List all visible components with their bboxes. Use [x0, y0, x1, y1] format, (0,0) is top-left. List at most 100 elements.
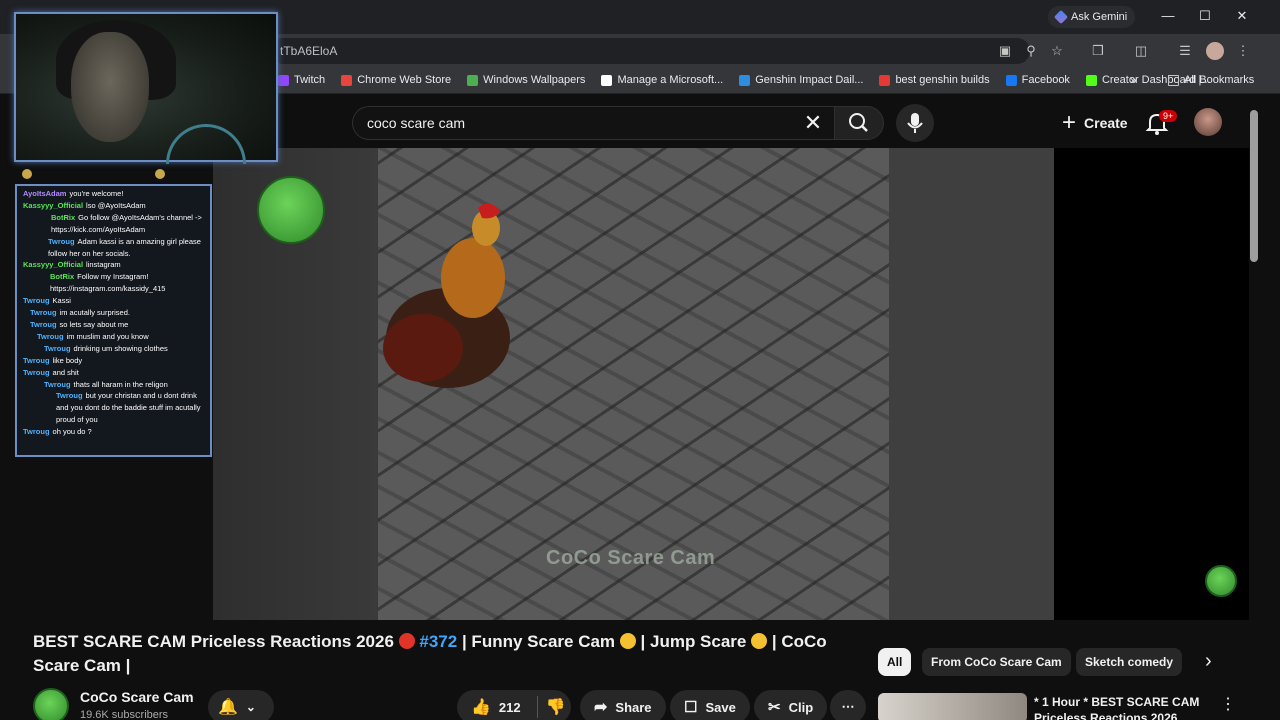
chat-message: Twroug im muslim and you know	[23, 331, 204, 343]
thumbs-down-icon[interactable]: 👎	[546, 697, 566, 717]
bookmark-item[interactable]: Manage a Microsoft...	[593, 74, 731, 86]
folder-icon	[1168, 74, 1179, 86]
like-count: 212	[498, 699, 521, 715]
chat-message: Twroug oh you do ?	[23, 426, 204, 438]
chat-username: Twroug	[56, 391, 83, 401]
address-bar[interactable]: tTbA6EloA	[270, 38, 1030, 64]
chat-username: Kassyyy_Official	[23, 200, 84, 210]
video-watermark: CoCo Scare Cam	[546, 547, 716, 569]
chat-username: Twroug	[23, 355, 50, 365]
recommended-thumbnail[interactable]	[878, 693, 1027, 720]
extensions-icon[interactable]: ❒	[1089, 42, 1107, 60]
bookmark-label: Chrome Web Store	[357, 74, 452, 86]
save-button[interactable]: ☐ Save	[670, 690, 750, 720]
bookmark-favicon-icon	[278, 74, 289, 86]
zoom-icon[interactable]: ⚲	[1022, 42, 1040, 60]
recommended-title[interactable]: * 1 Hour * BEST SCARE CAM Priceless Reac…	[1034, 694, 1204, 720]
chevron-right-icon[interactable]: ›	[1205, 650, 1212, 673]
subscriber-count: 19.6K subscribers	[80, 709, 169, 720]
create-label: Create	[1084, 115, 1128, 131]
chat-username: Kassyyy_Official	[23, 260, 84, 270]
chat-username: AyoItsAdam	[23, 189, 67, 198]
account-avatar[interactable]	[1194, 108, 1222, 136]
webcam-person-face	[71, 32, 149, 142]
video-letterbox-right	[889, 148, 1054, 620]
voice-search-button[interactable]	[896, 104, 934, 142]
bookmark-icon: ☐	[684, 699, 698, 716]
bookmark-item[interactable]: Chrome Web Store	[333, 74, 459, 86]
more-horizontal-icon: ⋯	[841, 699, 855, 714]
bookmarks-list: Twitch Chrome Web Store Windows Wallpapers…	[270, 74, 1219, 86]
chat-text: you're welcome!	[69, 189, 124, 198]
like-divider	[536, 696, 538, 718]
chat-username: Twroug	[44, 343, 71, 353]
search-icon	[849, 113, 868, 132]
chat-message: BotRix Follow my Instagram! https://insta…	[23, 271, 204, 295]
chat-message: Twroug im acutally surprised.	[23, 307, 204, 319]
chat-message: Twroug thats all haram in the religon	[23, 379, 204, 391]
angry-face-emoji-icon	[398, 633, 415, 649]
bookmark-label: Twitch	[294, 74, 326, 86]
chat-text: lso @AyoItsAdam	[86, 200, 146, 210]
video-hashtag[interactable]: #372	[419, 632, 457, 651]
chip-sketch-comedy[interactable]: Sketch comedy	[1076, 648, 1183, 676]
cast-icon[interactable]: ▣	[996, 42, 1014, 60]
chat-username: Twroug	[44, 379, 71, 389]
more-actions-button[interactable]: ⋯	[830, 690, 866, 720]
bookmark-item[interactable]: best genshin builds	[871, 74, 997, 86]
chat-text: im acutally surprised.	[59, 308, 130, 318]
chat-username: Twroug	[23, 296, 50, 306]
chip-all[interactable]: All	[878, 648, 912, 676]
video-title-part2: | Funny Scare Cam	[461, 632, 616, 651]
minimize-icon[interactable]: —	[1157, 6, 1179, 26]
ask-gemini-button[interactable]: Ask Gemini	[1048, 6, 1136, 28]
clip-label: Clip	[788, 699, 814, 715]
share-button[interactable]: ➦ Share	[580, 690, 666, 720]
notification-count-badge: 9+	[1159, 110, 1178, 122]
chat-text: drinking um showing clothes	[73, 343, 168, 353]
more-bookmarks-icon[interactable]: »	[1130, 73, 1137, 87]
page-scrollbar[interactable]	[1250, 110, 1258, 262]
clip-button[interactable]: ✂ Clip	[754, 690, 828, 720]
bell-ring-icon: 🔔	[218, 699, 238, 716]
like-button[interactable]: 👍 212 👎	[457, 690, 571, 720]
all-bookmarks-button[interactable]: All Bookmarks	[1160, 74, 1262, 86]
bookmark-item[interactable]: Genshin Impact Dail...	[731, 74, 871, 86]
chat-text: oh you do ?	[52, 427, 92, 437]
chat-message: Kassyyy_Official linstagram	[23, 259, 204, 271]
recommended-menu-icon[interactable]: ⋮	[1220, 694, 1236, 714]
search-input[interactable]: coco scare cam	[352, 106, 836, 140]
channel-watermark-icon[interactable]	[1205, 565, 1237, 597]
browser-menu-icon[interactable]: ⋮	[1234, 42, 1252, 60]
close-window-icon[interactable]: ✕	[1231, 6, 1253, 26]
media-control-icon[interactable]: ☰	[1176, 42, 1194, 60]
chat-message: Twroug Kassi	[23, 295, 204, 307]
tab-search-icon[interactable]: ◫	[1132, 42, 1150, 60]
channel-name[interactable]: CoCo Scare Cam	[80, 689, 194, 705]
bookmark-star-icon[interactable]: ☆	[1048, 42, 1066, 60]
channel-avatar[interactable]	[33, 688, 69, 720]
bookmark-favicon-icon	[467, 74, 479, 86]
chat-text: Kassi	[52, 296, 71, 306]
share-arrow-icon: ➦	[594, 699, 608, 716]
browser-profile-avatar[interactable]	[1206, 42, 1224, 60]
chat-text: so lets say about me	[59, 319, 129, 329]
gemini-icon	[1053, 9, 1069, 25]
ask-gemini-label: Ask Gemini	[1071, 11, 1128, 23]
subscribe-notification-button[interactable]: 🔔 ⌄	[208, 690, 274, 720]
bookmark-item[interactable]: Windows Wallpapers	[459, 74, 593, 86]
bookmark-item[interactable]: Twitch	[270, 74, 333, 86]
microphone-icon	[907, 113, 923, 133]
chat-message: Kassyyy_Official lso @AyoItsAdam	[23, 200, 204, 212]
clear-search-icon[interactable]: ✕	[800, 110, 826, 136]
chip-from-channel[interactable]: From CoCo Scare Cam	[922, 648, 1071, 676]
screen: Ask Gemini — ☐ ✕ tTbA6EloA ▣ ⚲ ☆ ❒ ◫ ☰ ⋮…	[0, 0, 1280, 720]
all-bookmarks-label: All Bookmarks	[1184, 74, 1255, 86]
search-button[interactable]	[834, 106, 884, 140]
maximize-icon[interactable]: ☐	[1194, 6, 1216, 26]
chat-username: BotRix	[51, 212, 76, 222]
video-player[interactable]: CoCo Scare Cam	[213, 148, 1054, 620]
chat-text: thats all haram in the religon	[73, 379, 168, 389]
bookmark-item[interactable]: Facebook	[998, 74, 1078, 86]
create-button[interactable]: + Create	[1050, 106, 1140, 140]
